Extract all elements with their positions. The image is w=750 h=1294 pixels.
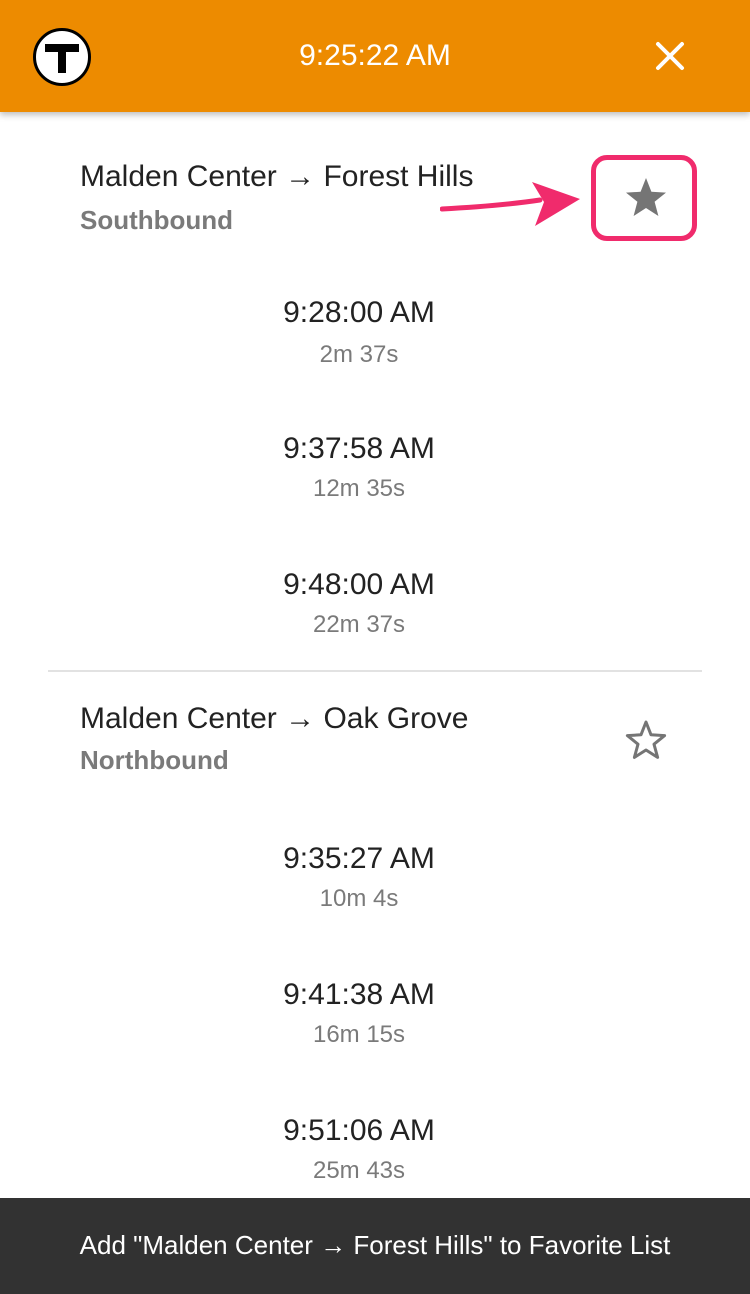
route-name: Malden Center → Forest Hills [80,160,474,193]
route-section: Malden Center → Oak Grove Northbound 9:3… [0,672,750,1198]
top-bar: 9:25:22 AM [0,0,750,112]
arrival-countdown: 12m 35s [312,475,406,502]
arrival-list: 9:28:00 AM 2m 37s 9:37:58 AM 12m 35s 9:4… [0,262,750,670]
app-screen: 9:25:22 AM Malden Center → Forest Hills … [0,0,750,1294]
filled-star-icon[interactable] [622,174,670,222]
route-name: Malden Center → Oak Grove [80,702,469,735]
route-header: Malden Center → Forest Hills Southbound [0,112,750,262]
arrival-row: 9:35:27 AM 10m 4s [0,808,750,944]
arrival-time: 9:41:38 AM [283,978,435,1011]
arrival-countdown: 25m 43s [312,1157,406,1184]
snackbar: Add "Malden Center → Forest Hills" to Fa… [0,1198,750,1294]
schedule-list: Malden Center → Forest Hills Southbound … [0,112,750,1198]
arrival-row: 9:28:00 AM 2m 37s [0,262,750,398]
route-direction: Northbound [80,745,229,775]
arrival-row: 9:51:06 AM 25m 43s [0,1080,750,1198]
current-time: 9:25:22 AM [299,39,451,72]
arrival-list: 9:35:27 AM 10m 4s 9:41:38 AM 16m 15s 9:5… [0,808,750,1198]
arrival-countdown: 22m 37s [312,611,406,638]
arrival-countdown: 2m 37s [319,341,399,368]
route-section: Malden Center → Forest Hills Southbound … [0,112,750,670]
outline-star-icon[interactable] [622,716,670,764]
snackbar-message: Add "Malden Center → Forest Hills" to Fa… [79,1230,671,1260]
arrival-countdown: 10m 4s [319,885,399,912]
arrival-time: 9:37:58 AM [283,432,435,465]
close-icon[interactable] [648,34,692,78]
arrival-time: 9:35:27 AM [283,842,435,875]
arrival-time: 9:48:00 AM [283,568,435,601]
arrival-row: 9:48:00 AM 22m 37s [0,534,750,670]
arrival-countdown: 16m 15s [312,1021,406,1048]
arrival-time: 9:51:06 AM [283,1114,435,1147]
route-header: Malden Center → Oak Grove Northbound [0,672,750,808]
route-direction: Southbound [80,205,234,235]
arrival-time: 9:28:00 AM [283,296,435,329]
arrival-row: 9:41:38 AM 16m 15s [0,944,750,1080]
arrival-row: 9:37:58 AM 12m 35s [0,398,750,534]
pointer-arrow-icon [440,182,580,226]
